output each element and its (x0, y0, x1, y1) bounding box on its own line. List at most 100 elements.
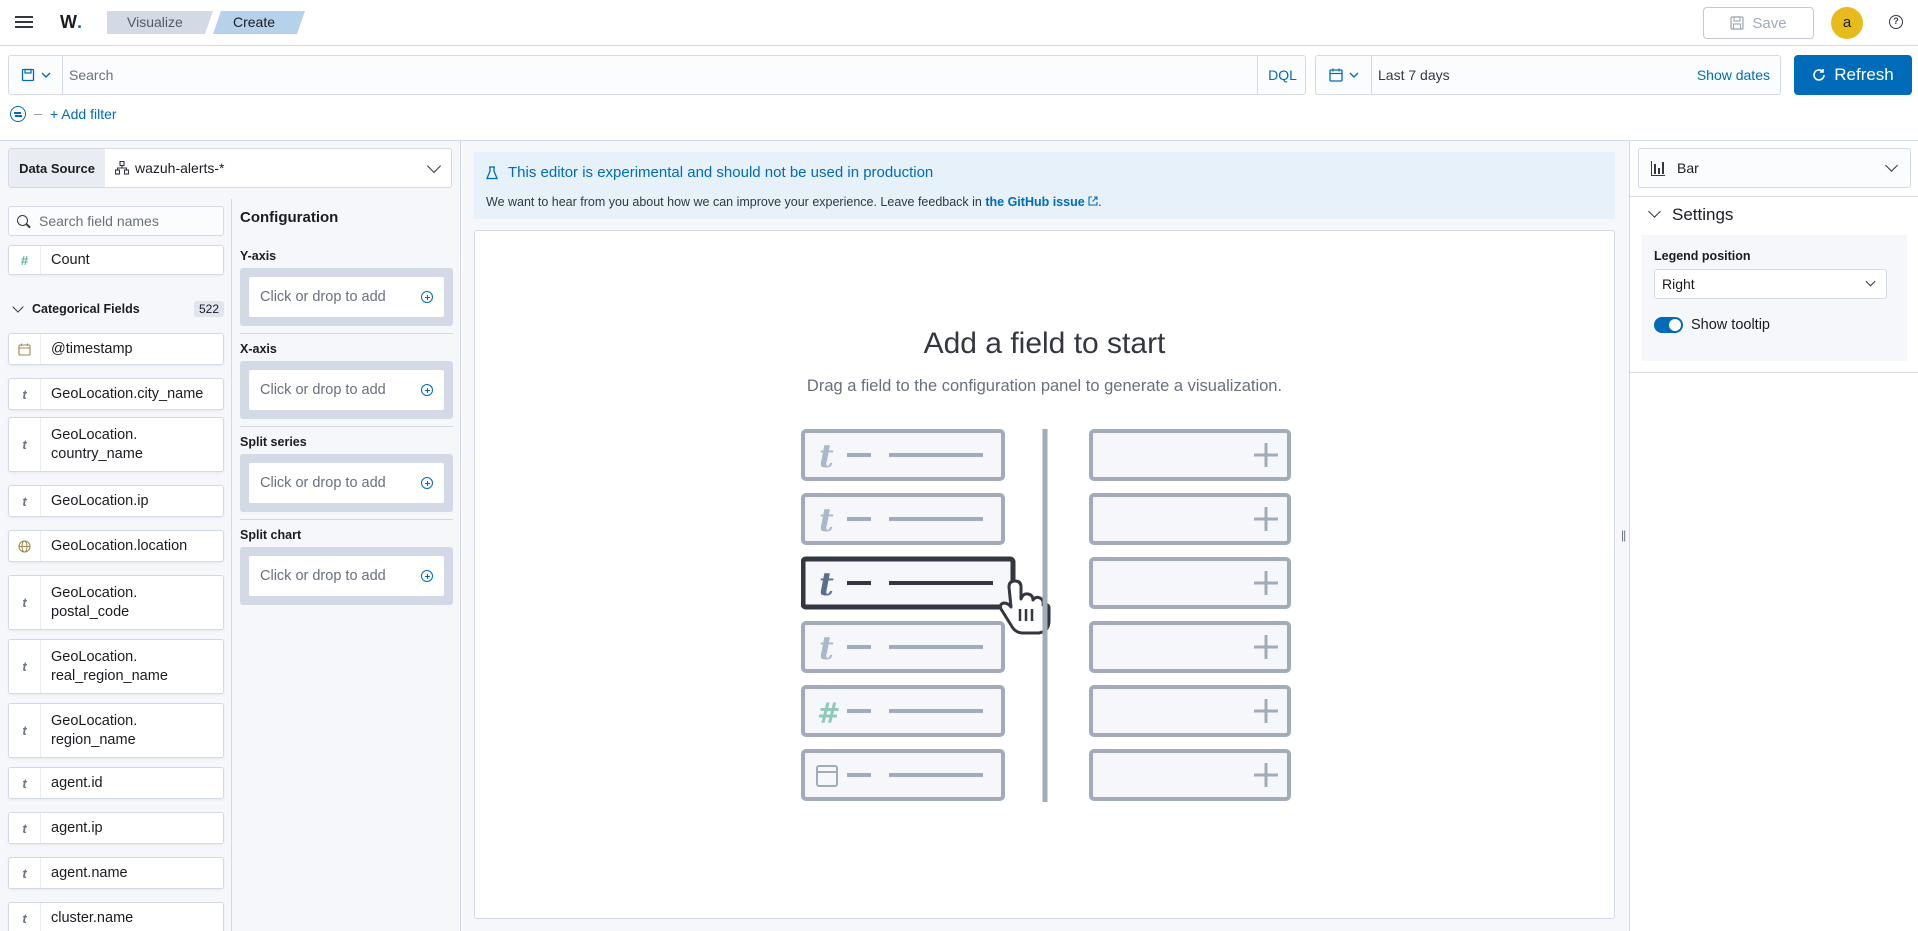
legend-position-select[interactable]: Right (1654, 269, 1887, 299)
data-source-value: wazuh-alerts-* (135, 160, 225, 176)
beaker-icon (486, 165, 498, 179)
configuration-title: Configuration (240, 209, 339, 226)
show-dates-link[interactable]: Show dates (1697, 67, 1770, 83)
chevron-down-icon (1349, 72, 1358, 78)
plus-in-circle-icon[interactable] (421, 570, 433, 582)
data-source-select[interactable]: Data Source wazuh-alerts-* (8, 148, 452, 188)
field-item[interactable]: GeoLocation.location (8, 530, 224, 562)
calendar-icon (1328, 68, 1343, 82)
github-issue-link[interactable]: the GitHub issue (985, 195, 1084, 209)
plus-in-circle-icon[interactable] (421, 477, 433, 489)
drag-field-illustration: tttt# (801, 429, 1291, 802)
visualization-type-select[interactable]: Bar (1638, 148, 1911, 188)
config-dropzone[interactable]: Click or drop to add (240, 454, 453, 512)
config-dropzone[interactable]: Click or drop to add (240, 361, 453, 419)
callout-title: This editor is experimental and should n… (486, 164, 933, 181)
field-search[interactable] (8, 206, 224, 236)
chevron-down-icon (1885, 159, 1898, 172)
field-item[interactable]: t GeoLocation.ip (8, 485, 224, 517)
illustration-type-glyph: t (819, 437, 834, 475)
categorical-fields-count: 522 (193, 301, 224, 317)
config-section-label: X-axis (240, 342, 277, 356)
string-field-icon: t (9, 640, 41, 693)
field-name: cluster.name (51, 909, 134, 926)
data-source-label: Data Source (9, 149, 105, 187)
string-field-icon: t (9, 704, 41, 757)
date-range-label[interactable]: Last 7 days (1378, 67, 1450, 83)
bar-chart-icon (1651, 161, 1665, 176)
add-filter-button[interactable]: + Add filter (50, 106, 117, 122)
dropzone-placeholder: Click or drop to add (260, 382, 386, 398)
config-section-label: Y-axis (240, 249, 277, 263)
save-button[interactable]: Save (1703, 7, 1814, 39)
field-item[interactable]: t GeoLocation.city_name (8, 378, 224, 410)
top-header: W. Visualize Create Save a ? (0, 0, 1918, 46)
config-dropzone-inner[interactable]: Click or drop to add (249, 370, 444, 410)
empty-state-title: Add a field to start (923, 327, 1166, 360)
plus-in-circle-icon[interactable] (421, 291, 433, 303)
field-item[interactable]: t GeoLocation. real_region_name (8, 639, 224, 694)
menu-icon[interactable] (14, 13, 34, 33)
field-item[interactable]: @timestamp (8, 333, 224, 365)
field-item[interactable]: t agent.ip (8, 812, 224, 844)
search-icon (17, 215, 28, 226)
field-item[interactable]: t GeoLocation. region_name (8, 703, 224, 758)
config-divider (240, 426, 453, 427)
config-dropzone-inner[interactable]: Click or drop to add (249, 556, 444, 596)
settings-body: Legend position Right Show tooltip (1642, 235, 1907, 361)
illustration-type-glyph: t (819, 501, 834, 539)
settings-accordion[interactable]: Settings (1630, 196, 1918, 231)
saved-queries-button[interactable] (9, 56, 63, 94)
save-icon (21, 68, 34, 82)
chevron-down-icon (12, 301, 24, 313)
search-input[interactable] (69, 56, 1069, 94)
visualization-canvas: Add a field to start Drag a field to the… (474, 230, 1615, 919)
categorical-fields-header[interactable]: Categorical Fields 522 (8, 297, 224, 321)
illustration-type-glyph: t (819, 565, 834, 603)
callout-end: . (1098, 195, 1102, 209)
callout-text: We want to hear from you about how we ca… (486, 195, 1102, 209)
field-name: GeoLocation.location (51, 537, 188, 554)
user-avatar[interactable]: a (1831, 7, 1863, 39)
field-item-count[interactable]: # Count (8, 245, 224, 275)
callout-title-text: This editor is experimental and should n… (508, 164, 934, 181)
categorical-fields-label: Categorical Fields (32, 302, 140, 316)
plus-in-circle-icon[interactable] (421, 384, 433, 396)
config-dropzone[interactable]: Click or drop to add (240, 268, 453, 326)
show-tooltip-toggle[interactable] (1654, 317, 1683, 333)
breadcrumb-visualize[interactable]: Visualize (107, 11, 213, 34)
field-item[interactable]: t agent.name (8, 857, 224, 889)
field-item[interactable]: t cluster.name (8, 902, 224, 931)
help-icon[interactable]: ? (1889, 15, 1903, 29)
string-field-icon: t (9, 486, 41, 516)
settings-title: Settings (1672, 205, 1734, 224)
calendar-icon (9, 334, 41, 364)
field-item[interactable]: t GeoLocation. country_name (8, 417, 224, 472)
config-dropzone-inner[interactable]: Click or drop to add (249, 463, 444, 503)
query-bar: DQL (8, 55, 1306, 95)
field-item[interactable]: t GeoLocation. postal_code (8, 575, 224, 630)
dropzone-placeholder: Click or drop to add (260, 568, 386, 584)
config-dropzone-inner[interactable]: Click or drop to add (249, 277, 444, 317)
filter-bar: + Add filter (10, 104, 117, 124)
legend-position-label: Legend position (1654, 249, 1751, 263)
save-label: Save (1752, 14, 1787, 32)
hand-cursor-icon (998, 579, 1051, 635)
field-item[interactable]: t agent.id (8, 767, 224, 799)
field-list-panel: # Count Categorical Fields 522 @timestam… (0, 199, 232, 931)
date-quick-select-button[interactable] (1316, 56, 1372, 94)
settings-divider (1630, 372, 1918, 373)
filter-options-icon[interactable] (10, 106, 26, 122)
app-logo[interactable]: W. (60, 12, 82, 33)
query-language-button[interactable]: DQL (1257, 56, 1307, 94)
external-link-icon[interactable] (1088, 196, 1098, 206)
string-field-icon: t (9, 903, 41, 931)
refresh-button[interactable]: Refresh (1794, 55, 1912, 95)
experimental-callout: This editor is experimental and should n… (474, 152, 1615, 219)
config-dropzone[interactable]: Click or drop to add (240, 547, 453, 605)
show-tooltip-label: Show tooltip (1691, 317, 1770, 333)
resize-handle[interactable]: || (1621, 528, 1626, 542)
field-search-input[interactable] (39, 207, 219, 235)
show-tooltip-row: Show tooltip (1654, 317, 1770, 333)
field-name: GeoLocation. real_region_name (51, 648, 168, 684)
